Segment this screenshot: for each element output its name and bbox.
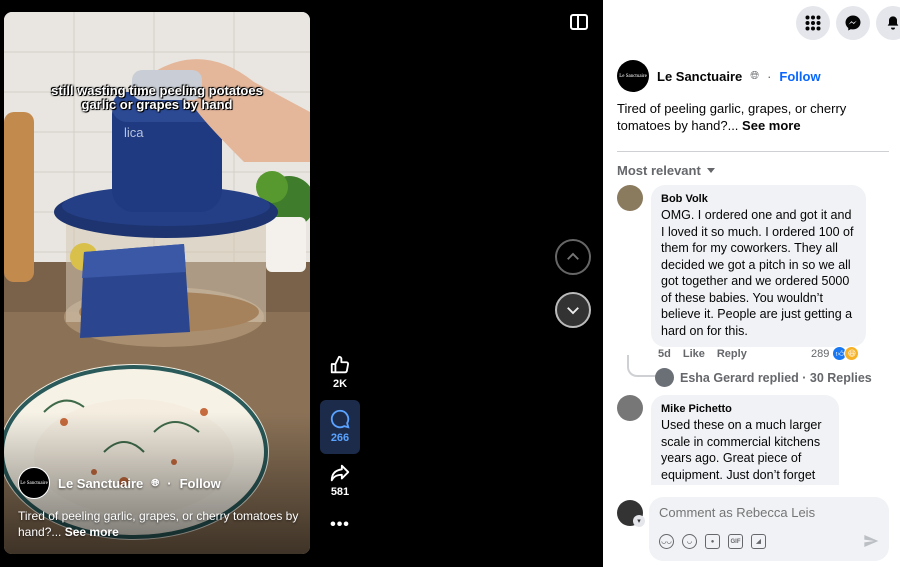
chevron-up-icon — [567, 252, 579, 260]
comment-input-box: ◡◡ ◡ ● GIF ◢ — [649, 497, 889, 561]
divider — [617, 151, 889, 152]
comment-clip: Mike Pichetto Used these on a much large… — [603, 395, 900, 485]
overlay-line-2: garlic or grapes by hand — [81, 97, 233, 112]
commenter-name[interactable]: Mike Pichetto — [661, 402, 829, 416]
globe-icon: 🌐︎ — [151, 477, 160, 489]
see-more-link[interactable]: See more — [742, 118, 801, 133]
caret-down-icon — [706, 168, 715, 173]
follow-button[interactable]: Follow — [779, 69, 820, 84]
video-stage: lica still wasting time peeling potatoes… — [0, 0, 603, 567]
avatar-sticker-icon[interactable]: ◡◡ — [659, 534, 674, 549]
globe-icon: 🌐︎ — [750, 69, 760, 82]
camera-icon[interactable]: ● — [705, 534, 720, 549]
see-more-link[interactable]: See more — [65, 525, 119, 539]
author-avatar-text: Le Sanctuaire — [20, 480, 48, 486]
bell-icon — [887, 16, 899, 30]
comments-panel: Le Sanctuaire Le Sanctuaire 🌐︎ · Follow … — [603, 0, 900, 567]
grid-menu-icon — [805, 15, 821, 31]
video-overlay-caption: still wasting time peeling potatoes garl… — [4, 84, 310, 112]
comment-like-button[interactable]: Like — [683, 348, 705, 360]
share-count: 581 — [330, 486, 350, 498]
send-icon[interactable] — [863, 533, 879, 549]
comment-composer: ▾ ◡◡ ◡ ● GIF ◢ — [603, 488, 900, 567]
post-header: Le Sanctuaire Le Sanctuaire 🌐︎ · Follow — [617, 60, 821, 92]
post-caption-text: Tired of peeling garlic, grapes, or cher… — [617, 101, 847, 133]
messenger-button[interactable] — [836, 6, 870, 40]
page-name[interactable]: Le Sanctuaire — [657, 69, 742, 84]
like-count: 2K — [332, 378, 348, 390]
notifications-button[interactable] — [876, 6, 900, 40]
messenger-icon — [845, 15, 861, 31]
previous-video-button[interactable] — [555, 239, 591, 275]
video-description-text: Tired of peeling garlic, grapes, or cher… — [18, 509, 299, 539]
comment-meta: 5d Like Reply — [658, 348, 747, 360]
share-arrow-icon — [330, 464, 350, 482]
emoji-icon[interactable]: ◡ — [682, 534, 697, 549]
author-avatar[interactable]: Le Sanctuaire — [18, 467, 50, 499]
thumbs-up-icon — [330, 355, 350, 374]
haha-reaction-icon: 😆︎ — [844, 346, 860, 361]
comment-sort-dropdown[interactable]: Most relevant — [617, 163, 715, 178]
comment-age[interactable]: 5d — [658, 348, 671, 360]
separator-dot: · — [767, 68, 772, 84]
top-bar — [796, 6, 900, 40]
reaction-count: 289 — [811, 347, 830, 360]
comment-button[interactable]: 266 — [320, 400, 360, 454]
comment-reactions[interactable]: 289 👍︎ 😆︎ — [811, 346, 860, 361]
replies-summary: Esha Gerard replied · 30 Replies — [680, 370, 872, 385]
comment-item: Bob Volk OMG. I ordered one and got it a… — [617, 185, 866, 347]
share-button[interactable]: 581 — [320, 460, 360, 502]
page-avatar[interactable]: Le Sanctuaire — [617, 60, 649, 92]
separator-dot: · — [167, 475, 172, 491]
more-options-icon[interactable]: ••• — [330, 516, 350, 534]
video-description: Tired of peeling garlic, grapes, or cher… — [18, 508, 303, 540]
comment-count: 266 — [330, 432, 350, 444]
next-video-button[interactable] — [555, 292, 591, 328]
comment-bubble: Bob Volk OMG. I ordered one and got it a… — [651, 185, 866, 347]
video-author-row: Le Sanctuaire Le Sanctuaire 🌐︎ · Follow — [18, 467, 221, 499]
follow-button[interactable]: Follow — [180, 476, 221, 491]
comment-text: OMG. I ordered one and got it and I love… — [661, 208, 854, 338]
comment-item: Mike Pichetto Used these on a much large… — [617, 395, 839, 485]
gif-icon[interactable]: GIF — [728, 534, 743, 549]
chevron-down-icon — [567, 307, 579, 315]
expand-icon[interactable] — [570, 14, 588, 30]
author-name[interactable]: Le Sanctuaire — [58, 476, 143, 491]
commenter-name[interactable]: Bob Volk — [661, 192, 856, 206]
comment-bubble-icon — [330, 409, 350, 429]
commenter-avatar[interactable] — [617, 395, 643, 421]
page-avatar-text: Le Sanctuaire — [619, 73, 647, 79]
video-player[interactable]: lica still wasting time peeling potatoes… — [4, 12, 310, 554]
commenter-avatar[interactable] — [617, 185, 643, 211]
reel-action-column: 2K 266 581 ••• — [318, 352, 362, 534]
post-caption: Tired of peeling garlic, grapes, or cher… — [617, 100, 887, 134]
sort-label: Most relevant — [617, 163, 701, 178]
comment-reply-button[interactable]: Reply — [717, 348, 747, 360]
composer-toolbar: ◡◡ ◡ ● GIF ◢ — [659, 534, 766, 549]
sticker-icon[interactable]: ◢ — [751, 534, 766, 549]
replier-avatar — [655, 368, 674, 387]
chevron-down-icon[interactable]: ▾ — [633, 515, 645, 527]
comment-bubble: Mike Pichetto Used these on a much large… — [651, 395, 839, 485]
overlay-line-1: still wasting time peeling potatoes — [51, 83, 263, 98]
view-replies-link[interactable]: Esha Gerard replied · 30 Replies — [655, 368, 872, 387]
reply-thread-line — [627, 355, 657, 377]
like-button[interactable]: 2K — [320, 352, 360, 394]
product-logo: lica — [124, 125, 144, 140]
comment-text: Used these on a much larger scale in com… — [661, 418, 822, 485]
comment-input[interactable] — [659, 505, 869, 520]
menu-button[interactable] — [796, 6, 830, 40]
